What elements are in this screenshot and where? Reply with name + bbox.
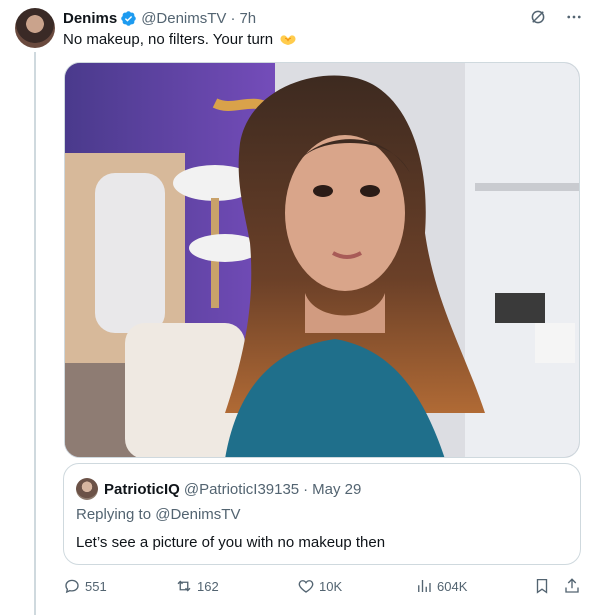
bookmark-icon xyxy=(536,578,548,594)
reply-button[interactable]: 551 xyxy=(63,577,107,595)
tweet-text-content: No makeup, no filters. Your turn xyxy=(63,31,274,48)
quoted-author-name: PatrioticIQ xyxy=(104,480,180,498)
quoted-separator-dot: · xyxy=(303,480,309,498)
repost-count: 162 xyxy=(197,578,219,594)
quoted-tweet-text: Let’s see a picture of you with no makeu… xyxy=(76,534,386,551)
reply-count: 551 xyxy=(85,578,107,594)
quoted-tweet[interactable]: PatrioticIQ @PatrioticI39135 · May 29 Re… xyxy=(63,463,581,565)
views-chart-icon xyxy=(418,580,431,592)
views-count: 604K xyxy=(437,578,468,594)
quoted-author-avatar xyxy=(76,478,98,500)
views-button[interactable]: 604K xyxy=(415,577,467,595)
more-options-icon[interactable] xyxy=(565,8,583,26)
quoted-author-handle: @PatrioticI39135 xyxy=(183,480,300,498)
author-handle[interactable]: @DenimsTV xyxy=(141,10,226,27)
repost-button[interactable]: 162 xyxy=(175,577,219,595)
quoted-tweet-header: PatrioticIQ @PatrioticI39135 · May 29 xyxy=(76,478,361,500)
share-button[interactable] xyxy=(563,577,581,595)
repost-icon xyxy=(177,580,191,592)
tweet-actions-bar: 551 162 10K 604K xyxy=(63,577,583,597)
quoted-tweet-date: May 29 xyxy=(312,480,362,498)
share-icon xyxy=(565,578,579,593)
author-name[interactable]: Denims xyxy=(63,10,117,27)
verified-badge-icon xyxy=(121,10,136,26)
tweet-text: No makeup, no filters. Your turn xyxy=(63,31,297,48)
tweet-photo[interactable] xyxy=(64,62,580,458)
tweet-timestamp[interactable]: 7h xyxy=(239,10,256,27)
bookmark-button[interactable] xyxy=(533,577,551,595)
separator-dot: · xyxy=(230,9,236,27)
thread-connector-line xyxy=(34,52,36,615)
grok-icon[interactable] xyxy=(529,8,547,26)
quoted-replying-to: Replying to @DenimsTV xyxy=(76,506,241,523)
top-actions xyxy=(529,8,583,26)
like-count: 10K xyxy=(319,578,343,594)
tweet-header: Denims @DenimsTV · 7h xyxy=(63,8,256,28)
heart-hands-emoji-icon xyxy=(280,35,296,45)
author-avatar[interactable] xyxy=(15,8,55,48)
heart-icon xyxy=(298,580,314,593)
reply-icon xyxy=(65,579,79,594)
photo-image xyxy=(65,63,579,457)
like-button[interactable]: 10K xyxy=(297,577,342,595)
